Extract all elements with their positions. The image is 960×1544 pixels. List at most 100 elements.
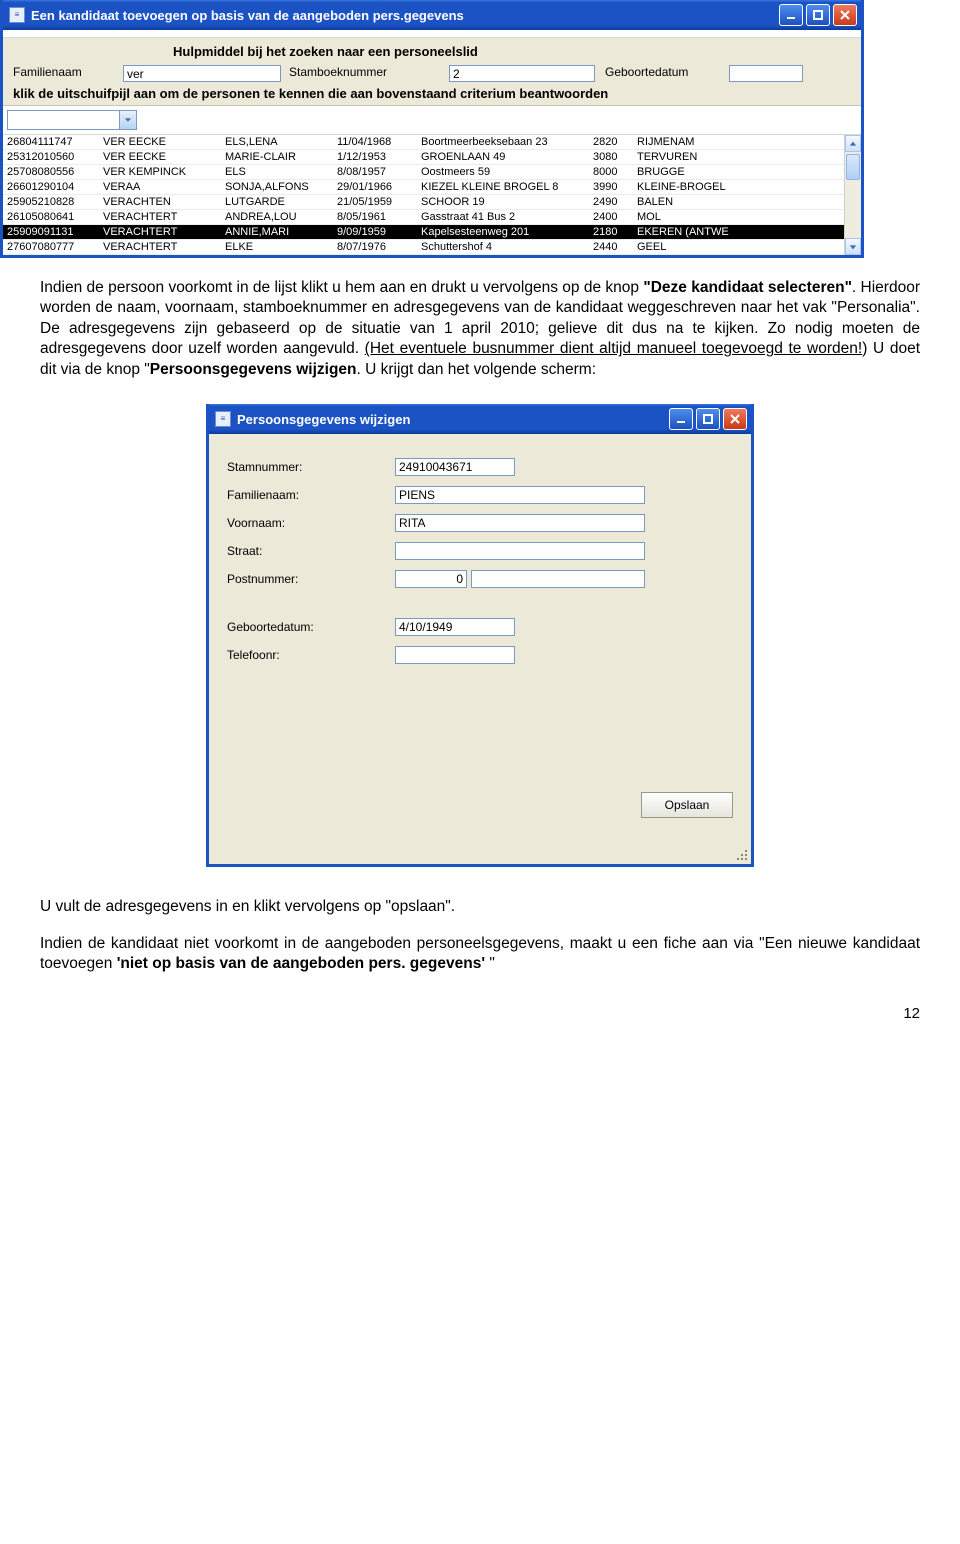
window2-title: Persoonsgegevens wijzigen [237,412,669,427]
straat-input[interactable] [395,542,645,560]
table-cell: ELKE [221,240,333,255]
table-cell: 2180 [589,225,633,240]
table-cell: 21/05/1959 [333,195,417,210]
table-cell: VERACHTERT [99,210,221,225]
window1-titlebar[interactable]: ≡ Een kandidaat toevoegen op basis van d… [3,0,861,30]
table-cell: LUTGARDE [221,195,333,210]
table-cell: 8/08/1957 [333,165,417,180]
filter-combobox[interactable] [7,110,137,130]
telefoon-input[interactable] [395,646,515,664]
chevron-down-icon[interactable] [119,111,136,129]
close-button[interactable] [833,4,857,26]
table-cell: SCHOOR 19 [417,195,589,210]
instruction-text: klik de uitschuifpijl aan om de personen… [3,82,861,106]
table-row[interactable]: 26105080641VERACHTERTANDREA,LOU8/05/1961… [3,210,844,225]
postnummer-input[interactable] [395,570,467,588]
familienaam2-label: Familienaam: [227,488,395,502]
table-cell: BRUGGE [633,165,844,180]
table-cell: 25312010560 [3,150,99,165]
edit-person-window: ≡ Persoonsgegevens wijzigen Stamnumm [206,404,754,867]
table-cell: VER KEMPINCK [99,165,221,180]
resize-grip-icon[interactable] [735,848,749,862]
table-cell: 3990 [589,180,633,195]
app-icon: ≡ [215,411,231,427]
table-cell: 2820 [589,135,633,150]
dropdown-row [3,106,861,135]
table-row[interactable]: 25708080556VER KEMPINCKELS8/08/1957Oostm… [3,165,844,180]
table-row[interactable]: 26601290104VERAASONJA,ALFONS29/01/1966KI… [3,180,844,195]
table-cell: KIEZEL KLEINE BROGEL 8 [417,180,589,195]
table-cell: Kapelsesteenweg 201 [417,225,589,240]
table-cell: ELS,LENA [221,135,333,150]
table-cell: ELS [221,165,333,180]
table-cell: 2440 [589,240,633,255]
maximize-button[interactable] [696,408,720,430]
minimize-button[interactable] [779,4,803,26]
table-cell: 3080 [589,150,633,165]
window1-title: Een kandidaat toevoegen op basis van de … [31,8,779,23]
table-cell: VER EECKE [99,135,221,150]
page-number: 12 [0,985,960,1022]
search-filters-panel: Hulpmiddel bij het zoeken naar een perso… [3,38,861,82]
table-cell: 27607080777 [3,240,99,255]
table-cell: 8000 [589,165,633,180]
stamboek-input[interactable] [449,65,595,82]
table-row[interactable]: 25312010560VER EECKEMARIE-CLAIR1/12/1953… [3,150,844,165]
table-cell: 25708080556 [3,165,99,180]
table-cell: RIJMENAM [633,135,844,150]
table-cell: KLEINE-BROGEL [633,180,844,195]
scroll-up-icon[interactable] [845,135,861,152]
table-cell: 26601290104 [3,180,99,195]
familienaam2-input[interactable] [395,486,645,504]
table-cell: 2400 [589,210,633,225]
table-cell: MOL [633,210,844,225]
table-cell: ANDREA,LOU [221,210,333,225]
scroll-thumb[interactable] [846,154,860,180]
table-cell: 11/04/1968 [333,135,417,150]
telefoon-label: Telefoonr: [227,648,395,662]
candidate-search-window: ≡ Een kandidaat toevoegen op basis van d… [0,0,864,258]
table-cell: EKEREN (ANTWE [633,225,844,240]
table-cell: 1/12/1953 [333,150,417,165]
postnummer-label: Postnummer: [227,572,395,586]
table-cell: 25905210828 [3,195,99,210]
window2-titlebar[interactable]: ≡ Persoonsgegevens wijzigen [209,404,751,434]
table-row[interactable]: 25909091131VERACHTERTANNIE,MARI9/09/1959… [3,225,844,240]
postcode-city-input[interactable] [471,570,645,588]
results-table: 26804111747VER EECKEELS,LENA11/04/1968Bo… [3,135,844,255]
table-cell: MARIE-CLAIR [221,150,333,165]
table-cell: VERACHTERT [99,225,221,240]
table-cell: 25909091131 [3,225,99,240]
familienaam-label: Familienaam [13,65,123,79]
minimize-button[interactable] [669,408,693,430]
table-cell: Boortmeerbeeksebaan 23 [417,135,589,150]
table-row[interactable]: 25905210828VERACHTENLUTGARDE21/05/1959SC… [3,195,844,210]
scroll-down-icon[interactable] [845,238,861,255]
table-cell: 8/07/1976 [333,240,417,255]
geboortedatum-label: Geboortedatum: [227,620,395,634]
close-button[interactable] [723,408,747,430]
table-cell: 29/01/1966 [333,180,417,195]
geboortedatum-input[interactable] [395,618,515,636]
voornaam-input[interactable] [395,514,645,532]
table-cell: Oostmeers 59 [417,165,589,180]
table-cell: BALEN [633,195,844,210]
instruction-paragraph-1: Indien de persoon voorkomt in de lijst k… [0,258,960,390]
save-button[interactable]: Opslaan [641,792,733,818]
voornaam-label: Voornaam: [227,516,395,530]
table-row[interactable]: 27607080777VERACHTERTELKE8/07/1976Schutt… [3,240,844,255]
vertical-scrollbar[interactable] [844,135,861,255]
table-cell: 2490 [589,195,633,210]
table-cell: Schuttershof 4 [417,240,589,255]
table-cell: GROENLAAN 49 [417,150,589,165]
geboorte-input[interactable] [729,65,803,82]
stamnummer-label: Stamnummer: [227,460,395,474]
maximize-button[interactable] [806,4,830,26]
table-row[interactable]: 26804111747VER EECKEELS,LENA11/04/1968Bo… [3,135,844,150]
stamnummer-input[interactable] [395,458,515,476]
geboorte-label: Geboortedatum [605,65,723,79]
table-cell: TERVUREN [633,150,844,165]
stamboek-label: Stamboeknummer [289,65,439,79]
search-panel-title: Hulpmiddel bij het zoeken naar een perso… [173,44,851,59]
familienaam-input[interactable] [123,65,281,82]
